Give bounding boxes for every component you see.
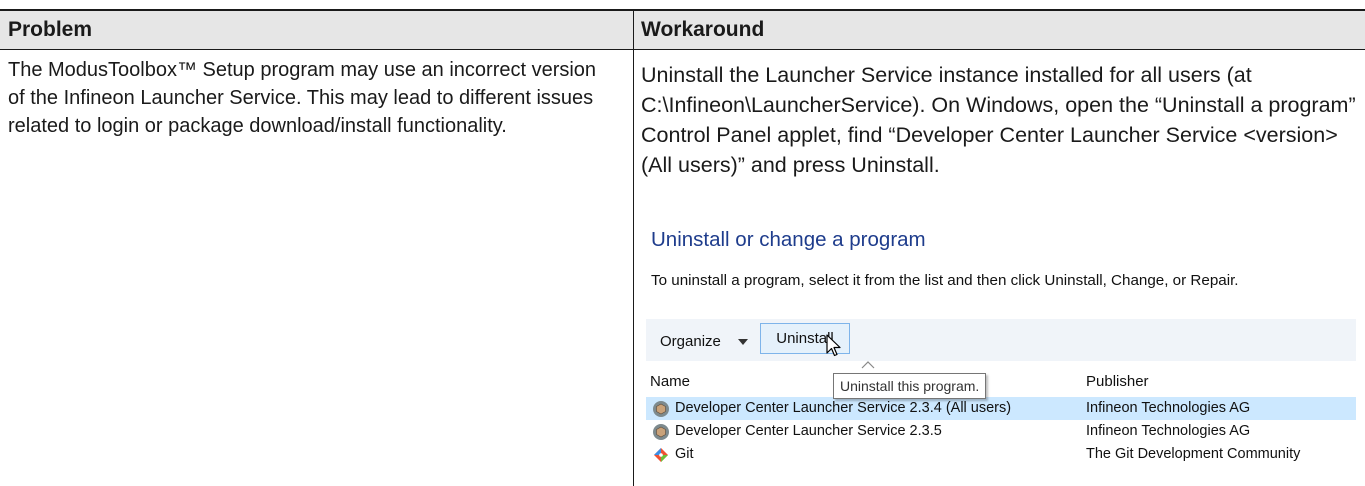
- program-row[interactable]: Git The Git Development Community: [646, 443, 1356, 466]
- mouse-pointer-icon: [826, 334, 841, 357]
- program-row[interactable]: Developer Center Launcher Service 2.3.4 …: [646, 397, 1356, 420]
- column-divider: [633, 11, 634, 486]
- git-icon: [654, 448, 668, 462]
- uninstall-tooltip: Uninstall this program.: [833, 373, 987, 399]
- column-header-name[interactable]: Name: [650, 373, 690, 390]
- control-panel-toolbar: [646, 319, 1356, 361]
- program-name: Git: [675, 446, 694, 462]
- chevron-down-icon[interactable]: [738, 339, 748, 345]
- problem-description: The ModusToolbox™ Setup program may use …: [8, 59, 597, 137]
- program-name: Developer Center Launcher Service 2.3.4 …: [675, 400, 1012, 416]
- header-problem: Problem: [8, 18, 93, 41]
- header-workaround: Workaround: [641, 18, 765, 41]
- program-publisher: The Git Development Community: [1086, 446, 1301, 462]
- sort-arrow-icon: [861, 361, 875, 369]
- launcher-service-icon: [653, 401, 669, 417]
- launcher-service-icon: [653, 424, 669, 440]
- program-publisher: Infineon Technologies AG: [1086, 423, 1251, 439]
- program-publisher: Infineon Technologies AG: [1086, 400, 1251, 416]
- table-header-row: Problem Workaround: [0, 11, 1365, 49]
- program-row[interactable]: Developer Center Launcher Service 2.3.5 …: [646, 420, 1356, 443]
- control-panel-description: To uninstall a program, select it from t…: [651, 272, 1239, 289]
- program-name: Developer Center Launcher Service 2.3.5: [675, 423, 942, 439]
- control-panel-title[interactable]: Uninstall or change a program: [651, 228, 926, 252]
- header-divider: [0, 49, 1365, 50]
- workaround-description: Uninstall the Launcher Service instance …: [641, 63, 1356, 177]
- column-header-publisher[interactable]: Publisher: [1086, 373, 1149, 390]
- organize-menu[interactable]: Organize: [660, 333, 721, 350]
